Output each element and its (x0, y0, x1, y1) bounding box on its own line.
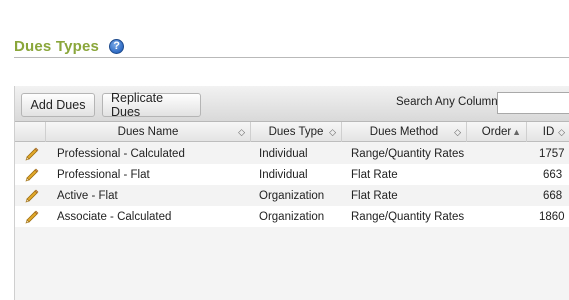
dues-type-cell: Organization (259, 189, 325, 202)
column-header-id[interactable]: ID ◇ (527, 122, 569, 142)
id-cell: 1757 (539, 147, 565, 160)
table-row[interactable]: Active - Flat Organization Flat Rate 668 (15, 185, 569, 206)
dues-type-cell: Individual (259, 168, 308, 181)
id-cell: 1860 (539, 210, 565, 223)
dues-type-cell: Individual (259, 147, 308, 160)
table-row[interactable]: Professional - Flat Individual Flat Rate… (15, 164, 569, 185)
add-dues-button[interactable]: Add Dues (21, 93, 95, 117)
dues-name-cell: Professional - Flat (57, 168, 150, 181)
grid-empty-area (15, 227, 569, 300)
pencil-icon[interactable] (24, 167, 40, 183)
column-header-edit (15, 122, 46, 142)
id-cell: 668 (543, 189, 563, 202)
help-icon[interactable]: ? (109, 38, 125, 54)
dues-method-cell: Flat Rate (351, 189, 398, 202)
replicate-dues-button[interactable]: Replicate Dues (102, 91, 201, 119)
header-divider (14, 57, 569, 58)
dues-name-cell: Active - Flat (57, 189, 118, 202)
page-header: Dues Types ? (14, 36, 125, 56)
table-header: Dues Name ◇ Dues Type ◇ Dues Method ◇ Or… (15, 122, 569, 142)
dues-grid: Add Dues Replicate Dues Search Any Colum… (14, 86, 569, 300)
search-label: Search Any Column: (396, 96, 501, 108)
dues-name-cell: Associate - Calculated (57, 210, 172, 223)
page-title: Dues Types (14, 37, 100, 55)
pencil-icon[interactable] (24, 209, 40, 225)
sort-asc-icon: ▲ (512, 127, 521, 137)
dues-name-cell: Professional - Calculated (57, 147, 185, 160)
pencil-icon[interactable] (24, 188, 40, 204)
dues-type-cell: Organization (259, 210, 325, 223)
sort-arrows-icon: ◇ (454, 127, 461, 137)
id-cell: 663 (543, 168, 563, 181)
column-header-dues-method[interactable]: Dues Method ◇ (342, 122, 467, 142)
column-header-dues-type[interactable]: Dues Type ◇ (251, 122, 342, 142)
search-input[interactable] (497, 92, 569, 114)
sort-arrows-icon: ◇ (329, 127, 336, 137)
dues-method-cell: Range/Quantity Rates (351, 210, 465, 223)
dues-method-cell: Flat Rate (351, 168, 398, 181)
column-header-dues-name[interactable]: Dues Name ◇ (46, 122, 251, 142)
dues-method-cell: Range/Quantity Rates (351, 147, 465, 160)
grid-toolbar: Add Dues Replicate Dues Search Any Colum… (15, 86, 569, 122)
pencil-icon[interactable] (24, 146, 40, 162)
sort-arrows-icon: ◇ (238, 127, 245, 137)
sort-arrows-icon: ◇ (558, 127, 565, 137)
table-row[interactable]: Associate - Calculated Organization Rang… (15, 206, 569, 227)
table-row[interactable]: Professional - Calculated Individual Ran… (15, 143, 569, 164)
column-header-order[interactable]: Order ▲ (467, 122, 527, 142)
